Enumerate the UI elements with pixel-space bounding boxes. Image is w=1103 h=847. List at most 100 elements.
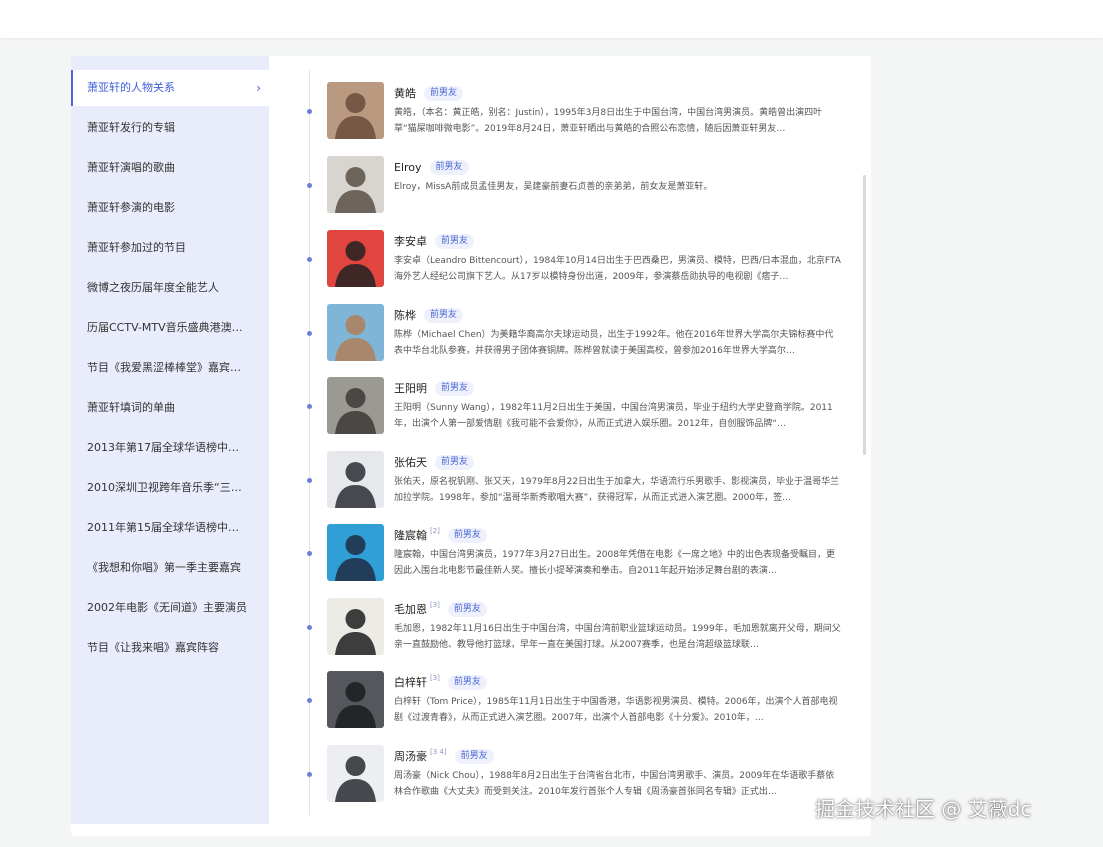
sidebar-item-relations[interactable]: 萧亚轩的人物关系 › — [71, 70, 269, 106]
list-item[interactable]: 陈桦 前男友 陈桦（Michael Chen）为美籍华裔高尔夫球运动员，出生于19… — [306, 304, 851, 364]
list-item[interactable]: 黄皓 前男友 黄皓，（本名：黄正皓，别名：Justin），1995年3月8日出生于… — [306, 82, 851, 142]
sidebar-item-label: 历届CCTV-MTV音乐盛典港澳台… — [87, 321, 254, 334]
timeline-dot — [307, 109, 312, 114]
person-description: 王阳明（Sunny Wang），1982年11月2日出生于美国，中国台湾男演员，… — [394, 403, 833, 429]
relation-tag: 前男友 — [424, 307, 464, 323]
person-name[interactable]: 黄皓 — [394, 85, 416, 101]
avatar[interactable] — [327, 377, 384, 434]
person-silhouette-icon — [335, 462, 376, 508]
person-name[interactable]: 李安卓 — [394, 233, 427, 249]
sidebar-item-shows[interactable]: 萧亚轩参加过的节目 — [71, 230, 269, 266]
timeline-dot — [307, 183, 312, 188]
citation-marker[interactable]: [3 4] — [430, 748, 447, 756]
avatar[interactable] — [327, 230, 384, 287]
citation-marker[interactable]: [3] — [430, 674, 440, 682]
timeline-dot — [307, 331, 312, 336]
sidebar-item-label: 微博之夜历届年度全能艺人 — [87, 281, 219, 294]
sidebar-item-label: 节目《让我来唱》嘉宾阵容 — [87, 641, 219, 654]
sidebar-item-let-me-sing[interactable]: 节目《让我来唱》嘉宾阵容 — [71, 630, 269, 666]
list-item[interactable]: 周汤豪 [3 4] 前男友 周汤豪（Nick Chou），1988年8月2日出生于台… — [306, 745, 851, 805]
relation-tag: 前男友 — [435, 380, 475, 396]
timeline-dot — [307, 257, 312, 262]
timeline-dot — [307, 478, 312, 483]
person-name[interactable]: 白梓轩 — [394, 674, 427, 690]
timeline-dot — [307, 404, 312, 409]
person-name[interactable]: 陈桦 — [394, 307, 416, 323]
sidebar-item-albums[interactable]: 萧亚轩发行的专辑 — [71, 110, 269, 146]
person-description: 张佑天，原名祝钒刚、张又天，1979年8月22日出生于加拿大，华语流行乐男歌手、… — [394, 477, 840, 503]
sidebar-item-label: 萧亚轩发行的专辑 — [87, 121, 175, 134]
avatar[interactable] — [327, 524, 384, 581]
person-silhouette-icon — [335, 388, 376, 434]
sidebar-item-label: 2013年第17届全球华语榜中榜… — [87, 441, 250, 454]
person-description: 李安卓（Leandro Bittencourt），1984年10月14日出生于巴… — [394, 256, 841, 282]
sidebar-item-label: 《我想和你唱》第一季主要嘉宾 — [87, 561, 241, 574]
person-name[interactable]: 毛加恩 — [394, 601, 427, 617]
top-navigation-bar — [0, 0, 1103, 38]
avatar[interactable] — [327, 598, 384, 655]
relation-tag: 前男友 — [447, 527, 487, 543]
sidebar-item-chart-2013[interactable]: 2013年第17届全球华语榜中榜… — [71, 430, 269, 466]
list-item[interactable]: 白梓轩 [3] 前男友 白梓轩（Tom Price），1985年11月1日出生于中国… — [306, 671, 851, 731]
scrollbar-thumb[interactable] — [863, 175, 866, 455]
avatar[interactable] — [327, 745, 384, 802]
relation-tag: 前男友 — [447, 674, 487, 690]
person-description: Elroy，MissA前成员孟佳男友，吴建豪前妻石贞善的亲弟弟，前女友是萧亚轩。 — [394, 182, 713, 192]
sidebar-item-label: 萧亚轩参加过的节目 — [87, 241, 186, 254]
person-description: 黄皓，（本名：黄正皓，别名：Justin），1995年3月8日出生于中国台湾，中… — [394, 108, 823, 134]
citation-marker[interactable]: [3] — [430, 601, 440, 609]
sidebar-item-shenzhen-2010[interactable]: 2010深圳卫视跨年音乐季“三… — [71, 470, 269, 506]
sidebar-item-infernal-affairs[interactable]: 2002年电影《无间道》主要演员 — [71, 590, 269, 626]
sidebar-item-label: 萧亚轩参演的电影 — [87, 201, 175, 214]
person-name[interactable]: Elroy — [394, 161, 422, 174]
sidebar-item-label: 萧亚轩演唱的歌曲 — [87, 161, 175, 174]
sidebar-item-label: 2002年电影《无间道》主要演员 — [87, 601, 247, 614]
relation-tag: 前男友 — [435, 454, 475, 470]
person-silhouette-icon — [335, 682, 376, 728]
avatar[interactable] — [327, 671, 384, 728]
person-description: 陈桦（Michael Chen）为美籍华裔高尔夫球运动员，出生于1992年。他在… — [394, 330, 834, 356]
sidebar-item-program-guests[interactable]: 节目《我爱黑涩棒棒堂》嘉宾… — [71, 350, 269, 386]
list-item[interactable]: 王阳明 前男友 王阳明（Sunny Wang），1982年11月2日出生于美国，中… — [306, 377, 851, 437]
sidebar-item-label: 2011年第15届全球华语榜中榜… — [87, 521, 250, 534]
sidebar-item-sing-with-you[interactable]: 《我想和你唱》第一季主要嘉宾 — [71, 550, 269, 586]
avatar[interactable] — [327, 451, 384, 508]
relation-tag: 前男友 — [424, 85, 464, 101]
person-silhouette-icon — [335, 315, 376, 361]
person-silhouette-icon — [335, 756, 376, 802]
person-name[interactable]: 隆宸翰 — [394, 527, 427, 543]
timeline-dot — [307, 551, 312, 556]
sidebar-item-label: 萧亚轩的人物关系 — [87, 81, 175, 94]
person-description: 隆宸翰，中国台湾男演员，1977年3月27日出生。2008年凭借在电影《一席之地… — [394, 550, 835, 576]
person-silhouette-icon — [335, 241, 376, 287]
avatar[interactable] — [327, 156, 384, 213]
list-item[interactable]: 隆宸翰 [2] 前男友 隆宸翰，中国台湾男演员，1977年3月27日出生。2008年… — [306, 524, 851, 584]
sidebar-item-lyrics-singles[interactable]: 萧亚轩填词的单曲 — [71, 390, 269, 426]
timeline-dot — [307, 698, 312, 703]
chevron-right-icon: › — [256, 81, 261, 95]
sidebar-item-chart-2011[interactable]: 2011年第15届全球华语榜中榜… — [71, 510, 269, 546]
avatar[interactable] — [327, 82, 384, 139]
sidebar-item-cctv-mtv[interactable]: 历届CCTV-MTV音乐盛典港澳台… — [71, 310, 269, 346]
person-silhouette-icon — [335, 167, 376, 213]
list-item[interactable]: 张佑天 前男友 张佑天，原名祝钒刚、张又天，1979年8月22日出生于加拿大，华语… — [306, 451, 851, 511]
relation-tag: 前男友 — [435, 233, 475, 249]
relation-tag: 前男友 — [454, 748, 494, 764]
category-sidebar: 萧亚轩的人物关系 › 萧亚轩发行的专辑 萧亚轩演唱的歌曲 萧亚轩参演的电影 萧亚… — [71, 56, 269, 824]
person-name[interactable]: 张佑天 — [394, 454, 427, 470]
relation-tag: 前男友 — [429, 159, 469, 175]
sidebar-item-songs[interactable]: 萧亚轩演唱的歌曲 — [71, 150, 269, 186]
person-name[interactable]: 周汤豪 — [394, 748, 427, 764]
person-description: 周汤豪（Nick Chou），1988年8月2日出生于台湾省台北市，中国台湾男歌… — [394, 771, 835, 797]
person-name[interactable]: 王阳明 — [394, 380, 427, 396]
sidebar-item-movies[interactable]: 萧亚轩参演的电影 — [71, 190, 269, 226]
timeline-dot — [307, 772, 312, 777]
list-item[interactable]: Elroy 前男友 Elroy，MissA前成员孟佳男友，吴建豪前妻石贞善的亲弟弟… — [306, 156, 851, 216]
person-description: 毛加恩，1982年11月16日出生于中国台湾，中国台湾前职业篮球运动员。1999… — [394, 624, 841, 650]
citation-marker[interactable]: [2] — [430, 527, 440, 535]
sidebar-item-weibo-night[interactable]: 微博之夜历届年度全能艺人 — [71, 270, 269, 306]
list-item[interactable]: 李安卓 前男友 李安卓（Leandro Bittencourt），1984年10月… — [306, 230, 851, 290]
sidebar-item-label: 节目《我爱黑涩棒棒堂》嘉宾… — [87, 361, 241, 374]
list-item[interactable]: 毛加恩 [3] 前男友 毛加恩，1982年11月16日出生于中国台湾，中国台湾前职业… — [306, 598, 851, 658]
avatar[interactable] — [327, 304, 384, 361]
